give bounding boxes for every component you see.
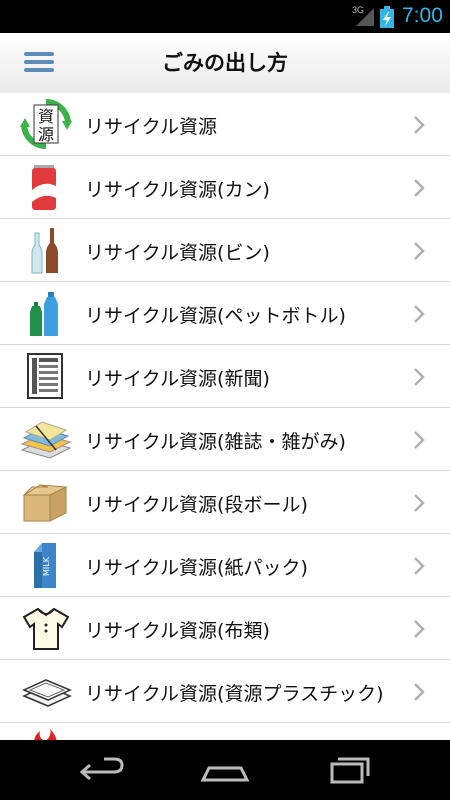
chevron-right-icon: [414, 179, 425, 197]
list-item-label: リサイクル資源(紙パック): [85, 557, 308, 579]
list-item[interactable]: リサイクル資源(布類): [0, 597, 450, 660]
back-icon[interactable]: [70, 750, 130, 790]
list-item[interactable]: リサイクル資源(新聞): [0, 345, 450, 408]
list-item-label: リサイクル資源: [85, 116, 218, 138]
next-item-icon: [34, 729, 57, 740]
recycle-icon-text-bottom: 源: [38, 125, 54, 144]
chevron-right-icon: [414, 116, 425, 134]
list-item[interactable]: リサイクル資源(ペットボトル): [0, 282, 450, 345]
page-title: ごみの出し方: [162, 51, 288, 75]
chevron-right-icon: [414, 305, 425, 323]
chevron-right-icon: [414, 242, 425, 260]
status-bar: 3G 7:00: [0, 0, 450, 33]
magazine-icon: [20, 421, 72, 459]
chevron-right-icon: [414, 431, 425, 449]
list-item[interactable]: MILK リサイクル資源(紙パック): [0, 534, 450, 597]
list-item-label: リサイクル資源(資源プラスチック): [85, 683, 384, 705]
list-item-partial[interactable]: [0, 723, 450, 740]
plastic-tray-icon: [22, 679, 72, 707]
clock: 7:00: [402, 4, 443, 27]
chevron-right-icon: [414, 620, 425, 638]
milk-carton-icon: MILK: [34, 543, 56, 588]
signal-icon: [356, 8, 374, 26]
list-item-label: リサイクル資源(段ボール): [85, 494, 308, 516]
list-item[interactable]: リサイクル資源(段ボール): [0, 471, 450, 534]
list-item[interactable]: リサイクル資源(ビン): [0, 219, 450, 282]
list-item-label: リサイクル資源(カン): [85, 179, 270, 201]
chevron-right-icon: [414, 683, 425, 701]
newspaper-icon: [27, 353, 63, 399]
list-item-label: リサイクル資源(新聞): [85, 368, 270, 390]
list-item-label: リサイクル資源(布類): [85, 620, 270, 642]
clothing-icon: [22, 607, 70, 650]
battery-icon: [380, 6, 394, 28]
pet-bottle-icon: [30, 292, 58, 336]
app-bar: ごみの出し方: [0, 33, 450, 94]
list-item-label: リサイクル資源(ペットボトル): [85, 305, 346, 327]
navigation-bar: [0, 740, 450, 800]
list-item[interactable]: リサイクル資源(雑誌・雑がみ): [0, 408, 450, 471]
list-item[interactable]: 資 源 リサイクル資源: [0, 93, 450, 156]
list-item-label: リサイクル資源(雑誌・雑がみ): [85, 431, 346, 453]
chevron-right-icon: [414, 494, 425, 512]
recycle-resource-icon: 資 源: [20, 99, 72, 149]
milk-icon-text: MILK: [42, 556, 51, 576]
list-item-label: リサイクル資源(ビン): [85, 242, 270, 264]
cardboard-icon: [22, 484, 68, 522]
can-icon: [32, 165, 56, 210]
list-item[interactable]: リサイクル資源(カン): [0, 156, 450, 219]
chevron-right-icon: [414, 368, 425, 386]
recent-apps-icon[interactable]: [320, 750, 380, 790]
chevron-right-icon: [414, 557, 425, 575]
list-item[interactable]: リサイクル資源(資源プラスチック): [0, 660, 450, 723]
category-list: 資 源 リサイクル資源 リサイクル資源(カン) リサイクル資源(ビン) リサイク…: [0, 93, 450, 740]
home-icon[interactable]: [195, 750, 255, 790]
bottle-icon: [31, 228, 58, 274]
recycle-icon-text-top: 資: [38, 107, 54, 126]
